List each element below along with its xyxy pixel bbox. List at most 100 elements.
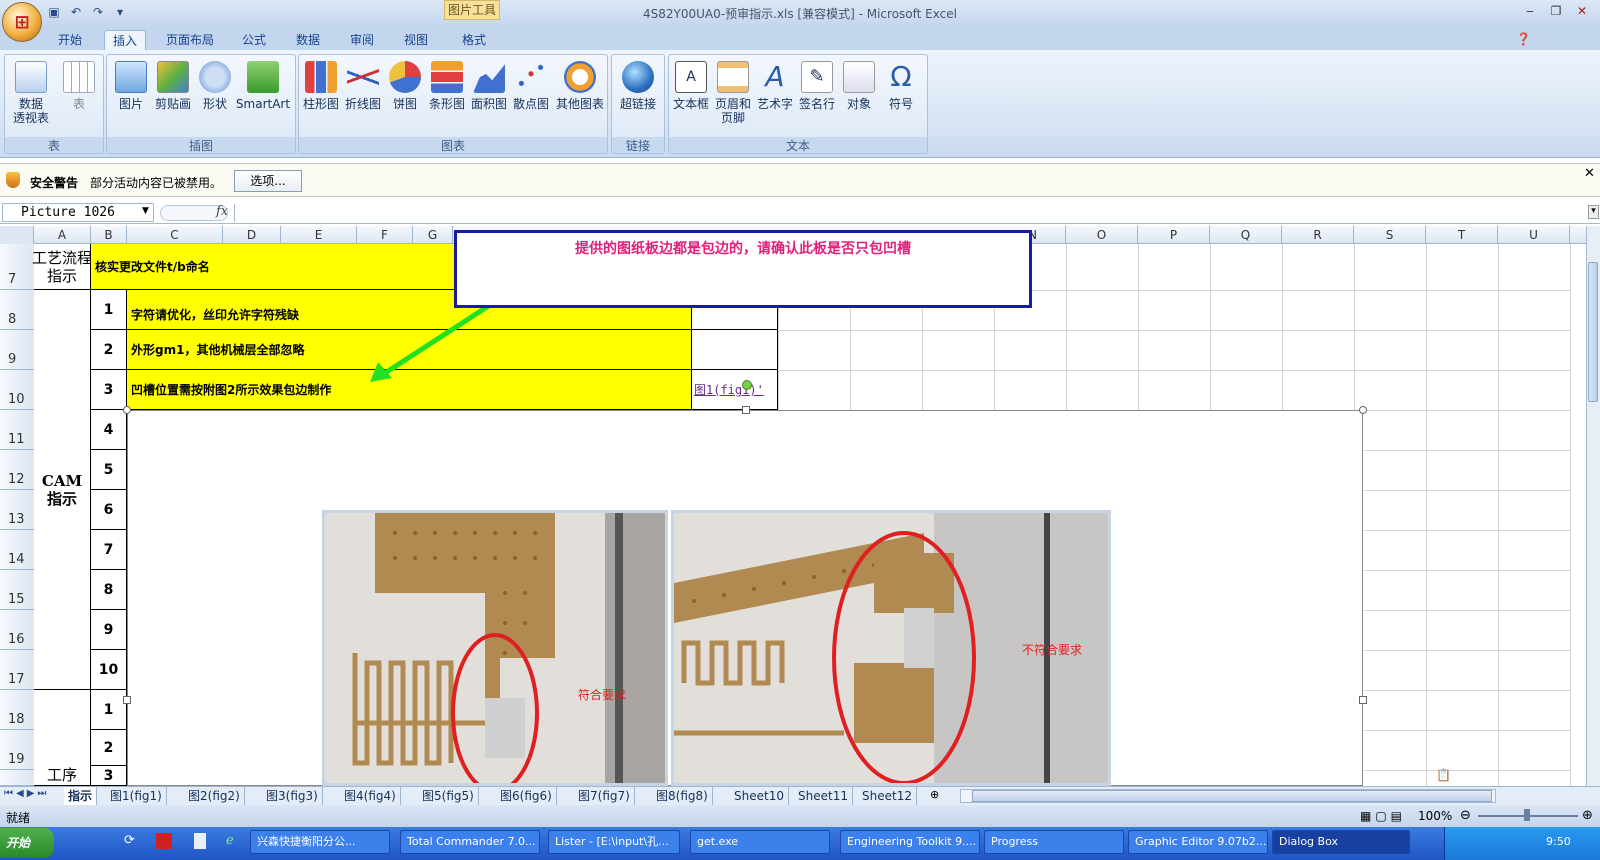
sheet-tab-active[interactable]: 指示 [64, 787, 98, 805]
number-cell[interactable]: 2 [91, 730, 127, 766]
insert-sheet-icon[interactable]: ⊕ [930, 788, 939, 801]
symbol-button[interactable]: Ω 符号 [881, 61, 921, 112]
zoom-in-icon[interactable]: ⊕ [1582, 808, 1593, 823]
redo-icon[interactable]: ↷ [90, 4, 106, 20]
sheet-tab[interactable]: 图3(fig3) [262, 787, 323, 805]
sheet-tab[interactable]: 图8(fig8) [652, 787, 713, 805]
col-header-a[interactable]: A [34, 226, 91, 244]
number-cell[interactable]: 7 [91, 530, 127, 570]
tab-insert[interactable]: 插入 [104, 30, 147, 50]
callout-box[interactable]: 提供的图纸板边都是包边的，请确认此板是否只包凹槽 [454, 230, 1032, 308]
hyperlink-button[interactable]: 超链接 [618, 61, 658, 111]
zoom-level[interactable]: 100% [1418, 809, 1452, 823]
sheet-tab[interactable]: 图4(fig4) [340, 787, 401, 805]
sheet-tab[interactable]: Sheet11 [794, 787, 853, 805]
number-cell[interactable]: 3 [91, 370, 127, 410]
taskbar-item[interactable]: Total Commander 7.0... [400, 830, 540, 854]
sheet-nav-icons[interactable]: ⏮◀▶⏭ [4, 788, 49, 799]
col-header-u[interactable]: U [1498, 226, 1570, 244]
zoom-out-icon[interactable]: ⊖ [1460, 808, 1471, 823]
textbox-button[interactable]: A 文本框 [671, 61, 711, 111]
row-header-13[interactable]: 13 [0, 490, 34, 530]
office-button[interactable]: ⊞ [2, 2, 42, 42]
close-security-bar-icon[interactable]: ✕ [1584, 166, 1595, 181]
resize-handle[interactable] [1359, 696, 1367, 704]
zoom-slider-thumb[interactable] [1524, 809, 1530, 821]
save-icon[interactable]: ▣ [46, 4, 62, 20]
resize-handle[interactable] [123, 406, 131, 414]
col-header-g[interactable]: G [413, 226, 453, 244]
row-header-17[interactable]: 17 [0, 650, 34, 690]
col-header-r[interactable]: R [1282, 226, 1354, 244]
clock[interactable]: 9:50 [1546, 835, 1571, 848]
col-header-s[interactable]: S [1354, 226, 1426, 244]
area-chart-button[interactable]: 面积图 [469, 61, 509, 111]
row-header-19[interactable]: 19 [0, 730, 34, 770]
tab-review[interactable]: 审阅 [342, 30, 382, 50]
number-cell[interactable]: 10 [91, 650, 127, 690]
paste-options-icon[interactable]: 📋 [1436, 768, 1451, 782]
row-header-10[interactable]: 10 [0, 370, 34, 410]
taskbar-item-active[interactable]: Dialog Box [1272, 830, 1410, 854]
taskbar-item[interactable]: Engineering Toolkit 9.... [840, 830, 980, 854]
table-button[interactable]: 表 [59, 61, 99, 111]
sheet-tab[interactable]: 图6(fig6) [496, 787, 557, 805]
row-header-8[interactable]: 8 [0, 290, 34, 330]
browser-icon[interactable]: ℯ [226, 833, 234, 848]
taskbar-item[interactable]: Progress [984, 830, 1124, 854]
line-chart-button[interactable]: 折线图 [343, 61, 383, 111]
col-header-t[interactable]: T [1426, 226, 1498, 244]
row-header-14[interactable]: 14 [0, 530, 34, 570]
col-header-c[interactable]: C [127, 226, 223, 244]
smartart-button[interactable]: SmartArt [235, 61, 291, 111]
horizontal-scroll-thumb[interactable] [972, 790, 1492, 802]
tab-format[interactable]: 格式 [454, 30, 494, 50]
number-cell[interactable]: 9 [91, 610, 127, 650]
row-header-20[interactable] [0, 770, 34, 786]
taskbar-item[interactable]: Graphic Editor 9.07b2... [1128, 830, 1268, 854]
sheet-tab[interactable]: Sheet12 [858, 787, 917, 805]
blank-cell[interactable] [692, 330, 778, 370]
sheet-tab[interactable]: 图2(fig2) [184, 787, 245, 805]
cam-label-cell[interactable]: CAM 指示 [34, 290, 91, 690]
number-cell[interactable]: 4 [91, 410, 127, 450]
start-button[interactable]: 开始 [0, 828, 54, 858]
select-all[interactable] [0, 226, 34, 244]
pivot-table-button[interactable]: 数据 透视表 [11, 61, 51, 125]
other-charts-button[interactable]: 其他图表 [553, 61, 607, 111]
col-header-b[interactable]: B [91, 226, 127, 244]
col-header-o[interactable]: O [1066, 226, 1138, 244]
row-header-12[interactable]: 12 [0, 450, 34, 490]
col-header-q[interactable]: Q [1210, 226, 1282, 244]
formula-input[interactable] [234, 204, 1586, 222]
restore-icon[interactable]: ❐ [1548, 4, 1564, 18]
row-header-18[interactable]: 18 [0, 690, 34, 730]
row-header-15[interactable]: 15 [0, 570, 34, 610]
scatter-chart-button[interactable]: 散点图 [511, 61, 551, 111]
number-cell[interactable]: 3 [91, 766, 127, 786]
pie-chart-button[interactable]: 饼图 [385, 61, 425, 111]
view-buttons-icon[interactable]: ▦▢▤ [1360, 809, 1406, 823]
quicklaunch-icon[interactable]: ⟳ [124, 833, 135, 848]
taskbar-item[interactable]: Lister - [E:\input\孔... [548, 830, 680, 854]
resize-handle[interactable] [123, 696, 131, 704]
minimize-icon[interactable]: ‒ [1522, 4, 1538, 18]
name-box-dropdown-icon[interactable]: ▼ [142, 206, 149, 216]
vertical-scroll-thumb[interactable] [1588, 262, 1598, 402]
signature-line-button[interactable]: ✎ 签名行 [797, 61, 837, 111]
number-cell[interactable]: 8 [91, 570, 127, 610]
expand-formula-icon[interactable]: ▾ [1588, 205, 1599, 219]
pdf-icon[interactable] [156, 833, 172, 849]
undo-icon[interactable]: ↶ [68, 4, 84, 20]
procedure-label-cell[interactable]: 工序 [34, 690, 91, 786]
tab-home[interactable]: 开始 [50, 30, 90, 50]
wordart-button[interactable]: A 艺术字 [755, 61, 795, 112]
bar-chart-button[interactable]: 条形图 [427, 61, 467, 111]
number-cell[interactable]: 1 [91, 690, 127, 730]
header-footer-button[interactable]: 页眉和 页脚 [713, 61, 753, 125]
row-header-9[interactable]: 9 [0, 330, 34, 370]
tab-data[interactable]: 数据 [288, 30, 328, 50]
rotate-handle[interactable] [742, 380, 752, 390]
number-cell[interactable]: 2 [91, 330, 127, 370]
taskbar-item[interactable]: get.exe [690, 830, 830, 854]
